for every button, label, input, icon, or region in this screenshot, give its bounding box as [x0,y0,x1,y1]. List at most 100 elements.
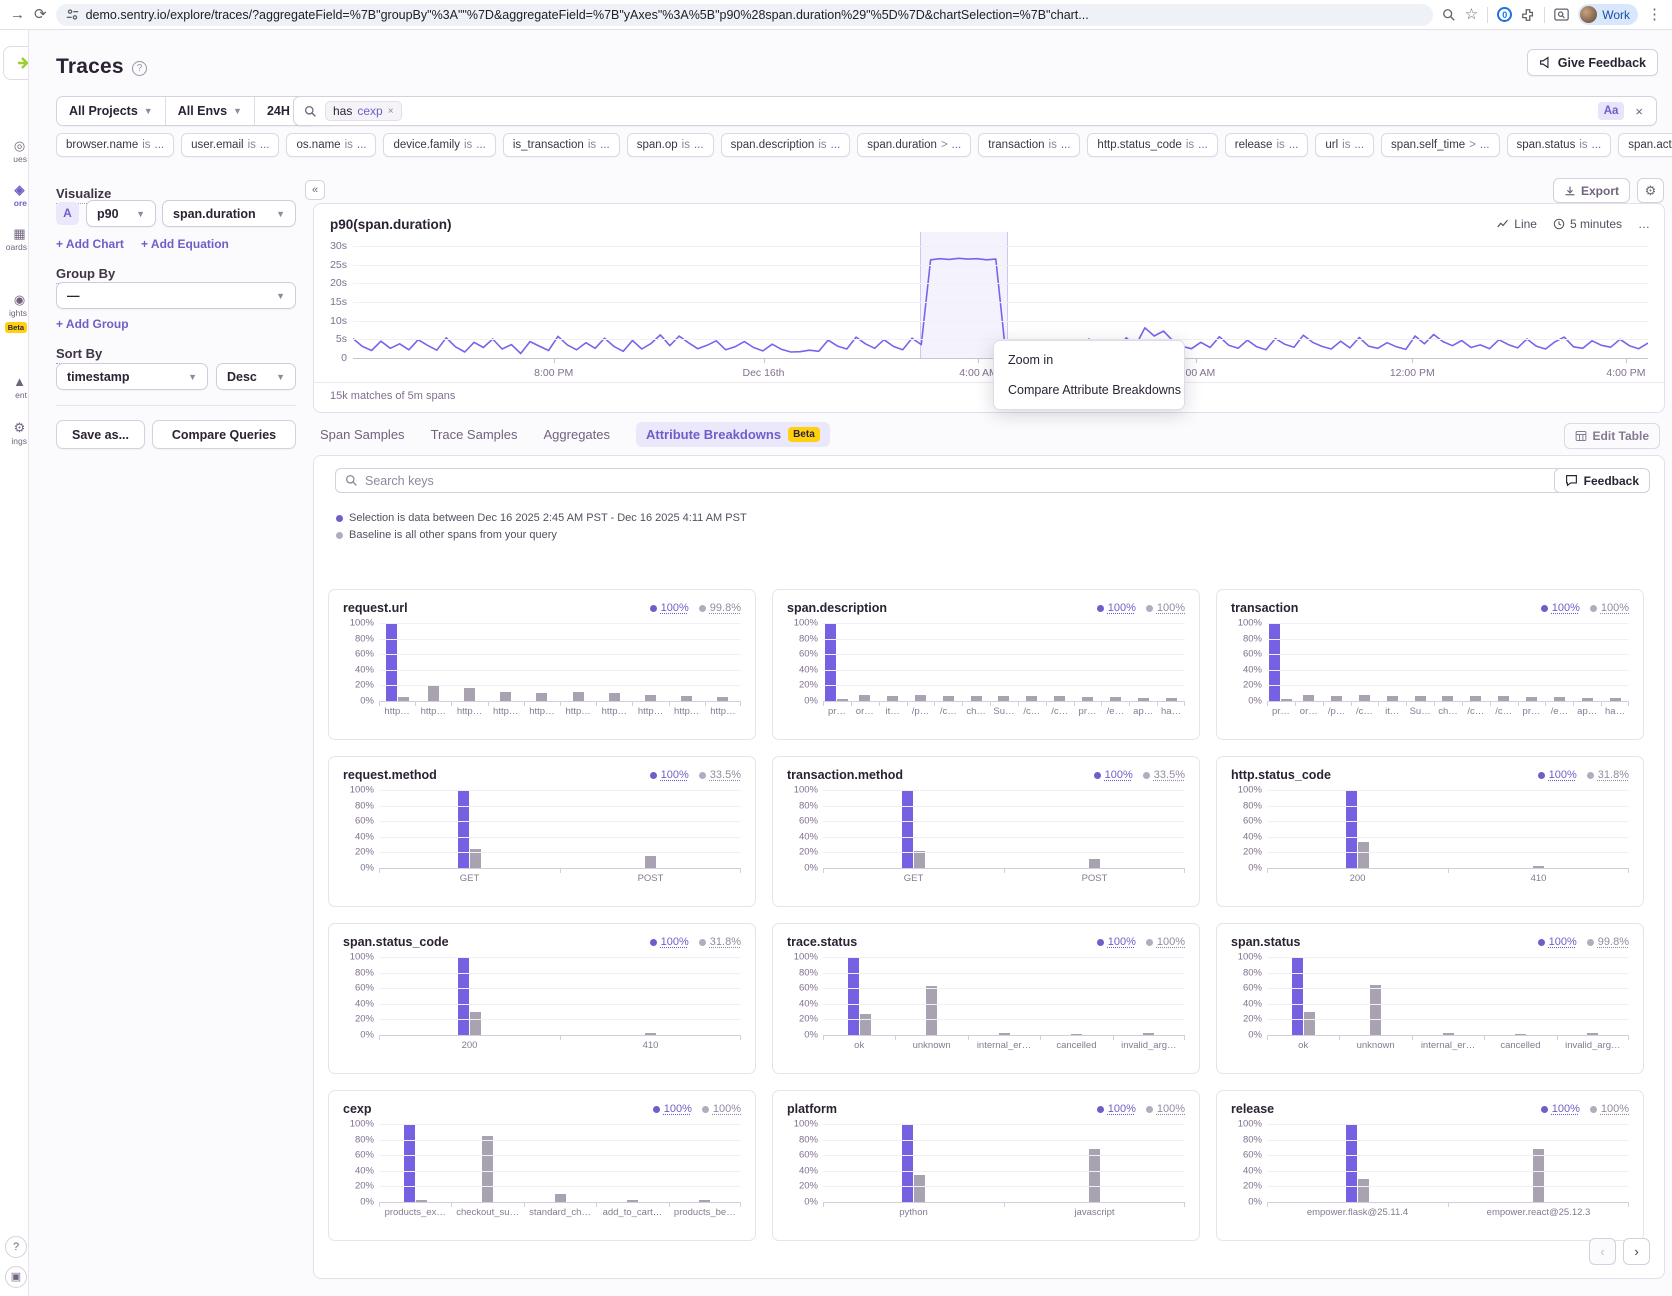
zoom-page-icon[interactable] [1442,8,1456,22]
bar-group--p-[interactable] [1323,623,1351,701]
sidebar-item-ore[interactable]: ◈ ore [0,182,29,208]
bar-group-products_be-[interactable] [669,1124,741,1202]
bar-group--c-[interactable] [1490,623,1518,701]
bar-group-internal_er-[interactable] [968,957,1040,1035]
selection-percentage[interactable]: 100% [1097,1103,1136,1115]
bar-group-checkout_su-[interactable] [451,1124,523,1202]
attribute-breakdown-card[interactable]: span.status 100% 99.8% 100%80%60%40%20%0… [1216,923,1644,1074]
bar-group--p-[interactable] [907,623,935,701]
baseline-bar[interactable] [915,695,926,701]
filter-chip-url[interactable]: urlis... [1315,133,1374,157]
bar-group-or-[interactable] [851,623,879,701]
selection-bar[interactable] [458,957,469,1035]
baseline-bar[interactable] [1359,695,1370,701]
bar-group--c-[interactable] [1462,623,1490,701]
tab-attribute-breakdowns[interactable]: Attribute BreakdownsBeta [636,422,830,447]
baseline-bar[interactable] [1054,696,1065,701]
pagination-prev-button[interactable]: ‹ [1589,1238,1616,1265]
baseline-bar[interactable] [500,692,511,701]
selection-percentage[interactable]: 100% [650,602,689,614]
baseline-bar[interactable] [1089,859,1100,868]
baseline-bar[interactable] [914,851,925,868]
baseline-bar[interactable] [1587,1033,1598,1035]
bar-group--c-[interactable] [1351,623,1379,701]
selection-percentage[interactable]: 100% [1538,936,1577,948]
bar-group-ha-[interactable] [1157,623,1185,701]
filter-chip-span.description[interactable]: span.descriptionis... [721,133,851,157]
bar-group-http-[interactable] [415,623,451,701]
filter-chip-browser.name[interactable]: browser.nameis... [56,133,174,157]
search-keys-input[interactable]: Search keys [335,468,1581,493]
attribute-breakdown-card[interactable]: http.status_code 100% 31.8% 100%80%60%40… [1216,756,1644,907]
bar-group-unknown[interactable] [1339,957,1411,1035]
selection-bar[interactable] [902,1124,913,1202]
baseline-bar[interactable] [1443,1033,1454,1035]
sidebar-item-ent[interactable]: ▲ ent [0,374,29,400]
baseline-bar[interactable] [536,693,547,701]
baseline-bar[interactable] [555,1194,566,1202]
environment-filter[interactable]: All Envs▼ [165,97,254,125]
baseline-bar[interactable] [1498,696,1509,701]
add-group-link[interactable]: + Add Group [56,317,129,331]
tab-span-samples[interactable]: Span Samples [320,427,405,442]
bar-group-it-[interactable] [1378,623,1406,701]
selection-percentage[interactable]: 100% [653,1103,692,1115]
bar-group-200[interactable] [379,957,560,1035]
selection-percentage[interactable]: 100% [1538,769,1577,781]
baseline-percentage[interactable]: 31.8% [1587,769,1629,781]
bar-group--c-[interactable] [1018,623,1046,701]
filter-chip-span.op[interactable]: span.opis... [627,133,714,157]
baseline-bar[interactable] [1582,698,1593,701]
sidebar-item-ues[interactable]: ◎ ues [0,138,29,164]
bar-group-ap-[interactable] [1129,623,1157,701]
compare-queries-button[interactable]: Compare Queries [152,420,296,449]
bar-group--e-[interactable] [1545,623,1573,701]
interval-control[interactable]: 5 minutes [1553,217,1622,231]
bar-group-ha-[interactable] [1601,623,1629,701]
tab-aggregates[interactable]: Aggregates [544,427,611,442]
site-settings-icon[interactable] [66,8,79,21]
bar-group-http-[interactable] [560,623,596,701]
bar-group-empower-react-25-12-3[interactable] [1448,1124,1629,1202]
give-feedback-button[interactable]: Give Feedback [1527,49,1658,76]
baseline-bar[interactable] [464,688,475,701]
menu-item-compare-attribute-breakdowns[interactable]: Compare Attribute Breakdowns [994,375,1184,405]
baseline-bar[interactable] [717,697,728,701]
bar-group-cancelled[interactable] [1040,957,1112,1035]
menu-item-zoom-in[interactable]: Zoom in [994,345,1184,375]
bar-group-GET[interactable] [379,790,560,868]
bar-group-ap-[interactable] [1573,623,1601,701]
selection-bar[interactable] [1346,1124,1357,1202]
selection-bar[interactable] [1292,957,1303,1035]
baseline-bar[interactable] [1415,696,1426,701]
clear-search-icon[interactable]: × [1632,104,1646,119]
bar-group-ok[interactable] [1267,957,1339,1035]
bar-group--e-[interactable] [1101,623,1129,701]
baseline-bar[interactable] [1358,1179,1369,1202]
pagination-next-button[interactable]: › [1623,1238,1650,1265]
baseline-percentage[interactable]: 100% [1146,602,1185,614]
chart-type-control[interactable]: Line [1497,217,1537,231]
feedback-button[interactable]: Feedback [1554,468,1650,493]
bar-group-cancelled[interactable] [1484,957,1556,1035]
baseline-bar[interactable] [609,693,620,701]
sort-direction-select[interactable]: Desc▼ [216,363,296,390]
baseline-bar[interactable] [1470,696,1481,701]
bar-group-http-[interactable] [379,623,415,701]
baseline-bar[interactable] [999,1033,1010,1035]
baseline-percentage[interactable]: 33.5% [699,769,741,781]
search-token-has-cexp[interactable]: has cexp × [325,101,402,121]
baseline-percentage[interactable]: 99.8% [699,602,741,614]
selection-percentage[interactable]: 100% [1094,769,1133,781]
baseline-bar[interactable] [416,1200,427,1202]
filter-chip-device.family[interactable]: device.familyis... [383,133,495,157]
bar-group-http-[interactable] [488,623,524,701]
baseline-bar[interactable] [1281,699,1292,701]
baseline-percentage[interactable]: 100% [1590,1103,1629,1115]
search-query-bar[interactable]: has cexp × Aa × [293,96,1657,126]
baseline-percentage[interactable]: 99.8% [1587,936,1629,948]
bar-group--c-[interactable] [1046,623,1074,701]
bar-group-ok[interactable] [823,957,895,1035]
filter-chip-http.status_code[interactable]: http.status_codeis... [1087,133,1217,157]
reload-icon[interactable]: ⟳ [34,7,47,22]
